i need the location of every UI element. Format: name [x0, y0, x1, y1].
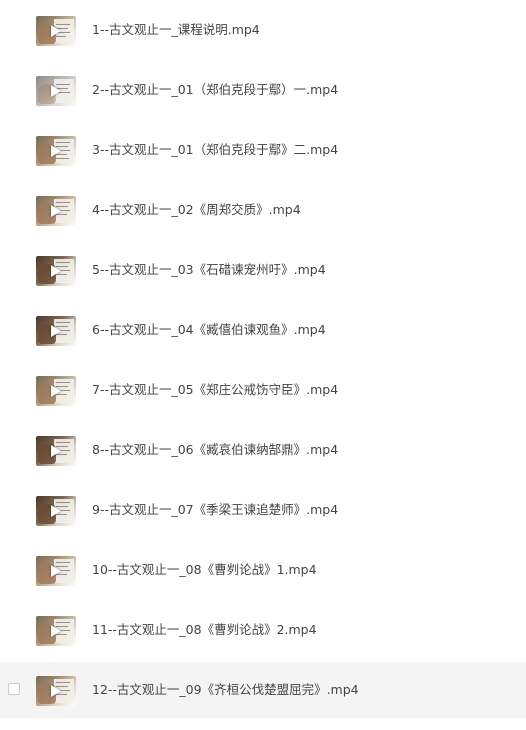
video-thumbnail[interactable] [36, 136, 76, 166]
file-row[interactable]: 7--古文观止一_05《郑庄公戒饬守臣》.mp4 [0, 362, 526, 418]
video-thumbnail[interactable] [36, 436, 76, 466]
video-thumbnail[interactable] [36, 676, 76, 706]
file-row-hovered[interactable]: 12--古文观止一_09《齐桓公伐楚盟屈完》.mp4 [0, 662, 526, 718]
file-row[interactable]: 8--古文观止一_06《臧哀伯谏纳郜鼎》.mp4 [0, 422, 526, 478]
video-thumbnail[interactable] [36, 616, 76, 646]
file-row[interactable]: 11--古文观止一_08《曹刿论战》2.mp4 [0, 602, 526, 658]
play-icon [51, 385, 61, 397]
file-row[interactable]: 10--古文观止一_08《曹刿论战》1.mp4 [0, 542, 526, 598]
file-name[interactable]: 6--古文观止一_04《臧僖伯谏观鱼》.mp4 [92, 320, 326, 340]
play-icon [51, 445, 61, 457]
file-name[interactable]: 11--古文观止一_08《曹刿论战》2.mp4 [92, 620, 317, 640]
file-row[interactable]: 6--古文观止一_04《臧僖伯谏观鱼》.mp4 [0, 302, 526, 358]
file-name[interactable]: 1--古文观止一_课程说明.mp4 [92, 20, 260, 40]
file-row[interactable]: 3--古文观止一_01（郑伯克段于鄢》二.mp4 [0, 122, 526, 178]
file-row[interactable]: 2--古文观止一_01（郑伯克段于鄢）一.mp4 [0, 62, 526, 118]
video-thumbnail[interactable] [36, 256, 76, 286]
file-row[interactable]: 4--古文观止一_02《周郑交质》.mp4 [0, 182, 526, 238]
play-icon [51, 625, 61, 637]
play-icon [51, 565, 61, 577]
video-thumbnail[interactable] [36, 76, 76, 106]
play-icon [51, 325, 61, 337]
file-name[interactable]: 5--古文观止一_03《石碏谏宠州吁》.mp4 [92, 260, 326, 280]
play-icon [51, 685, 61, 697]
checkbox-icon[interactable] [8, 683, 20, 695]
video-thumbnail[interactable] [36, 556, 76, 586]
file-name[interactable]: 12--古文观止一_09《齐桓公伐楚盟屈完》.mp4 [92, 680, 359, 700]
play-icon [51, 505, 61, 517]
file-name[interactable]: 9--古文观止一_07《季梁王谏追楚师》.mp4 [92, 500, 338, 520]
file-name[interactable]: 3--古文观止一_01（郑伯克段于鄢》二.mp4 [92, 140, 338, 160]
video-thumbnail[interactable] [36, 316, 76, 346]
file-name[interactable]: 10--古文观止一_08《曹刿论战》1.mp4 [92, 560, 317, 580]
video-thumbnail[interactable] [36, 196, 76, 226]
file-list: 1--古文观止一_课程说明.mp4 2--古文观止一_01（郑伯克段于鄢）一.m… [0, 0, 526, 730]
play-icon [51, 25, 61, 37]
play-icon [51, 265, 61, 277]
video-thumbnail[interactable] [36, 496, 76, 526]
file-row[interactable]: 5--古文观止一_03《石碏谏宠州吁》.mp4 [0, 242, 526, 298]
play-icon [51, 85, 61, 97]
file-name[interactable]: 4--古文观止一_02《周郑交质》.mp4 [92, 200, 301, 220]
file-row[interactable]: 1--古文观止一_课程说明.mp4 [0, 2, 526, 58]
file-row[interactable]: 9--古文观止一_07《季梁王谏追楚师》.mp4 [0, 482, 526, 538]
video-thumbnail[interactable] [36, 16, 76, 46]
file-name[interactable]: 8--古文观止一_06《臧哀伯谏纳郜鼎》.mp4 [92, 440, 338, 460]
play-icon [51, 145, 61, 157]
file-name[interactable]: 7--古文观止一_05《郑庄公戒饬守臣》.mp4 [92, 380, 338, 400]
play-icon [51, 205, 61, 217]
video-thumbnail[interactable] [36, 376, 76, 406]
file-name[interactable]: 2--古文观止一_01（郑伯克段于鄢）一.mp4 [92, 80, 338, 100]
